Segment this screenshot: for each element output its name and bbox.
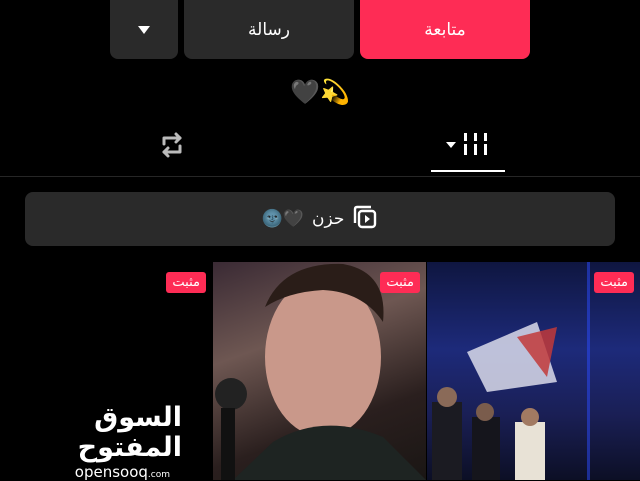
playlist-icon: [352, 204, 378, 235]
pinned-badge: مثبت: [380, 272, 420, 293]
profile-bio: 🖤💫: [290, 78, 350, 106]
tab-videos[interactable]: [431, 120, 505, 174]
caret-down-icon: [137, 20, 151, 40]
watermark-domain: .com: [147, 470, 170, 480]
playlist-title: حزن: [311, 209, 345, 229]
tab-reposts[interactable]: [130, 120, 214, 174]
follow-label: متابعة: [424, 19, 466, 40]
video-frame-singer: [215, 263, 426, 480]
opensooq-watermark: السوق المفتوح opensooq.com: [22, 403, 182, 481]
watermark-arabic: السوق المفتوح: [77, 402, 182, 463]
grid-sort-icon: [444, 128, 492, 166]
video-thumbnail[interactable]: مثبت: [427, 262, 640, 480]
active-tab-indicator: [431, 170, 505, 172]
profile-tabs: [0, 120, 640, 177]
dropdown-button[interactable]: [110, 0, 178, 59]
repost-icon: [155, 128, 189, 166]
playlist-emoji: 🖤🌚: [261, 209, 304, 229]
video-thumbnail[interactable]: مثبت: [213, 262, 426, 480]
watermark-latin-name: opensooq: [74, 463, 148, 481]
playlist-card[interactable]: حزن 🖤🌚: [25, 192, 615, 246]
message-button[interactable]: رسالة: [184, 0, 354, 59]
pinned-badge: مثبت: [594, 272, 634, 293]
video-frame-stage: [432, 262, 590, 480]
watermark-latin: opensooq.com: [22, 463, 182, 481]
message-label: رسالة: [248, 19, 290, 40]
follow-button[interactable]: متابعة: [360, 0, 530, 59]
pinned-badge: مثبت: [166, 272, 206, 293]
